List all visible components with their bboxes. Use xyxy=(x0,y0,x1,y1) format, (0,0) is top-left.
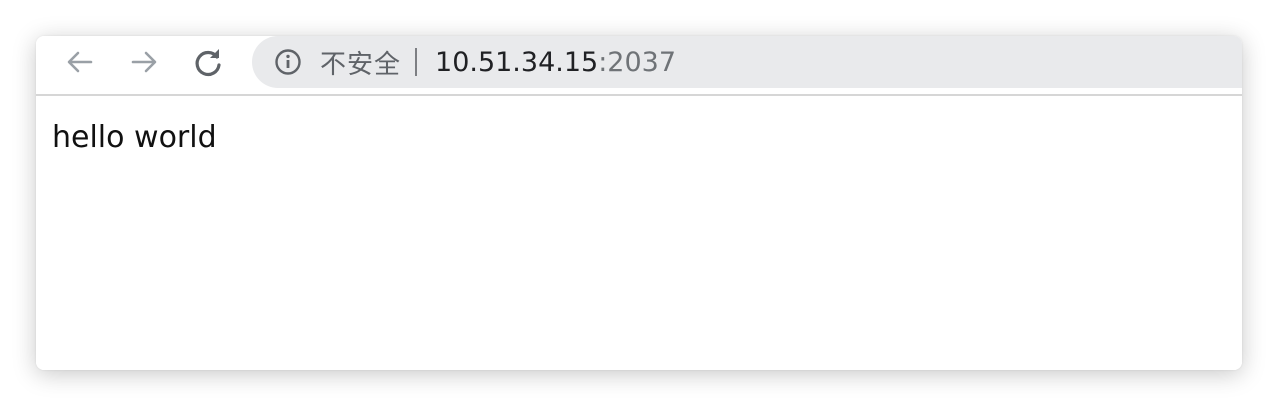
back-button[interactable] xyxy=(62,44,98,80)
security-status-label[interactable]: 不安全 xyxy=(320,44,401,81)
reload-button[interactable] xyxy=(190,44,226,80)
reload-icon xyxy=(195,49,221,77)
arrow-left-icon xyxy=(67,51,93,73)
url-port[interactable]: :2037 xyxy=(598,47,676,78)
address-separator xyxy=(415,48,418,76)
page-body-text: hello world xyxy=(52,120,217,155)
url-host[interactable]: 10.51.34.15 xyxy=(435,47,598,78)
browser-toolbar: 不安全 10.51.34.15 :2037 xyxy=(36,36,1242,96)
address-bar[interactable]: 不安全 10.51.34.15 :2037 xyxy=(252,36,1242,88)
info-icon[interactable] xyxy=(274,48,302,76)
arrow-right-icon xyxy=(131,51,157,73)
forward-button[interactable] xyxy=(126,44,162,80)
page-content: hello world xyxy=(36,98,1242,370)
browser-window: 不安全 10.51.34.15 :2037 hello world xyxy=(36,36,1242,370)
